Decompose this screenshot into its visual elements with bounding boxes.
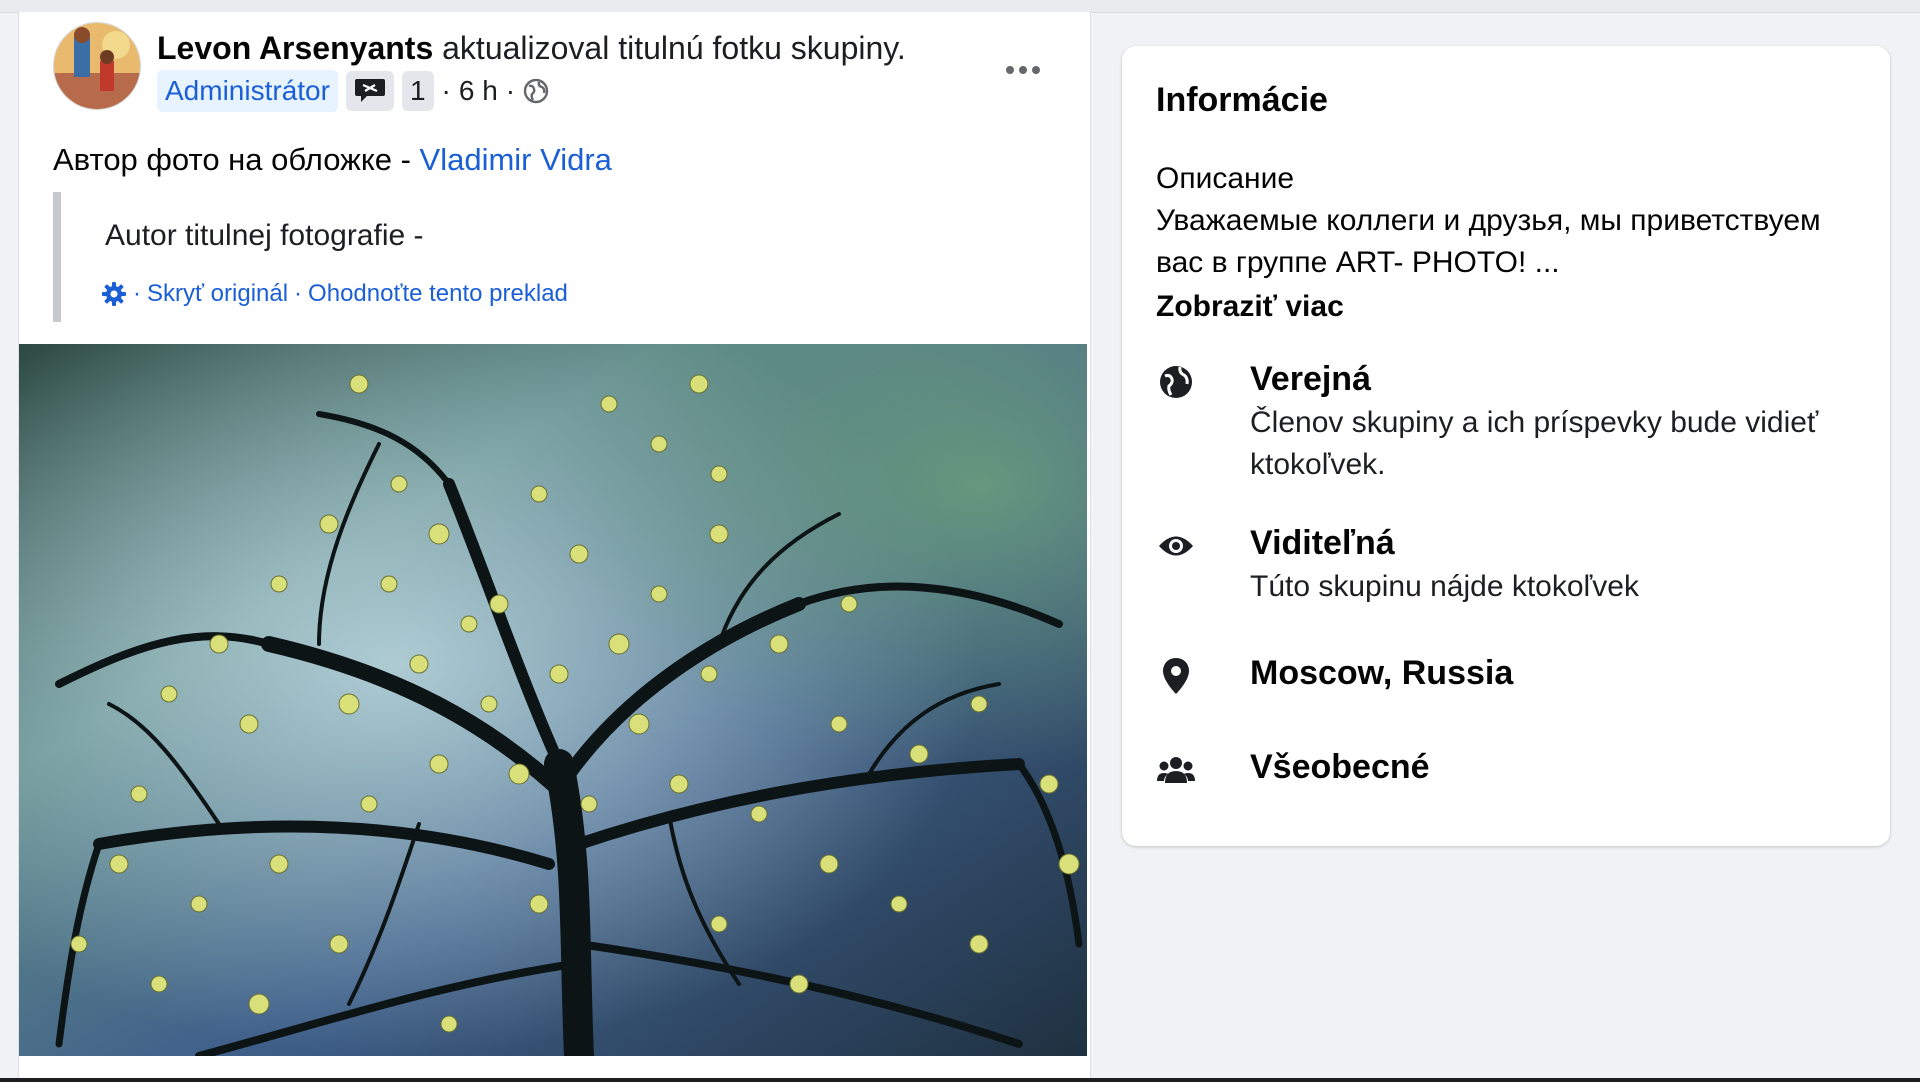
cover-photo[interactable] — [19, 344, 1087, 1056]
post-text-body: Автор фото на обложке - — [53, 142, 420, 177]
group-info-card: Informácie Описание Уважаемые коллеги и … — [1122, 46, 1890, 846]
translation-separator: · — [133, 280, 141, 307]
post-header: Levon Arsenyants aktualizoval titulnú fo… — [157, 28, 906, 68]
more-options-button[interactable] — [993, 50, 1053, 90]
admin-badge[interactable]: Administrátor — [157, 70, 338, 112]
meta-separator: · — [441, 75, 451, 106]
badge-count: 1 — [401, 71, 434, 111]
translation-actions: · Skryť originál · Ohodnoťte tento prekl… — [101, 274, 568, 314]
privacy-subtitle: Členov skupiny a ich príspevky bude vidi… — [1250, 406, 1819, 481]
description-label: Описание — [1156, 162, 1295, 195]
post-time[interactable]: 6 h — [459, 75, 498, 107]
gear-icon[interactable] — [101, 281, 127, 307]
speech-bubble-icon[interactable] — [345, 71, 394, 111]
eye-icon — [1156, 526, 1196, 566]
mentioned-user-link[interactable]: Vladimir Vidra — [420, 142, 612, 177]
meta-separator: · — [505, 75, 516, 106]
post-meta: Administrátor 1 · 6 h · — [157, 68, 549, 114]
post-action-text: aktualizoval titulnú fotku skupiny. — [442, 30, 906, 66]
globe-icon — [1156, 362, 1196, 402]
location-pin-icon — [1156, 656, 1196, 696]
privacy-title: Verejná — [1250, 360, 1371, 398]
location-title[interactable]: Moscow, Russia — [1250, 650, 1513, 696]
hide-original-link[interactable]: Skryť originál — [147, 280, 288, 308]
category-title: Všeobecné — [1250, 748, 1430, 786]
people-icon — [1156, 750, 1196, 790]
author-name[interactable]: Levon Arsenyants — [157, 30, 433, 66]
rate-translation-link[interactable]: Ohodnoťte tento preklad — [308, 280, 568, 308]
info-title: Informácie — [1156, 81, 1328, 119]
author-avatar[interactable] — [53, 22, 141, 110]
translated-text: Autor titulnej fotografie - — [105, 219, 424, 252]
more-horizontal-icon — [1006, 66, 1040, 74]
bottom-bar — [0, 1078, 1920, 1082]
translation-box: Autor titulnej fotografie - · Skryť orig… — [53, 192, 981, 322]
post-text: Автор фото на обложке - Vladimir Vidra — [53, 138, 612, 182]
show-more-link[interactable]: Zobraziť viac — [1156, 286, 1344, 328]
post-card: Levon Arsenyants aktualizoval titulnú fo… — [18, 12, 1091, 1078]
description-text: Уважаемые коллеги и друзья, мы приветств… — [1156, 204, 1821, 279]
visibility-title: Viditeľná — [1250, 524, 1395, 562]
visibility-subtitle: Túto skupinu nájde ktokoľvek — [1250, 570, 1639, 603]
translation-separator: · — [294, 280, 303, 307]
globe-icon[interactable] — [523, 78, 549, 104]
